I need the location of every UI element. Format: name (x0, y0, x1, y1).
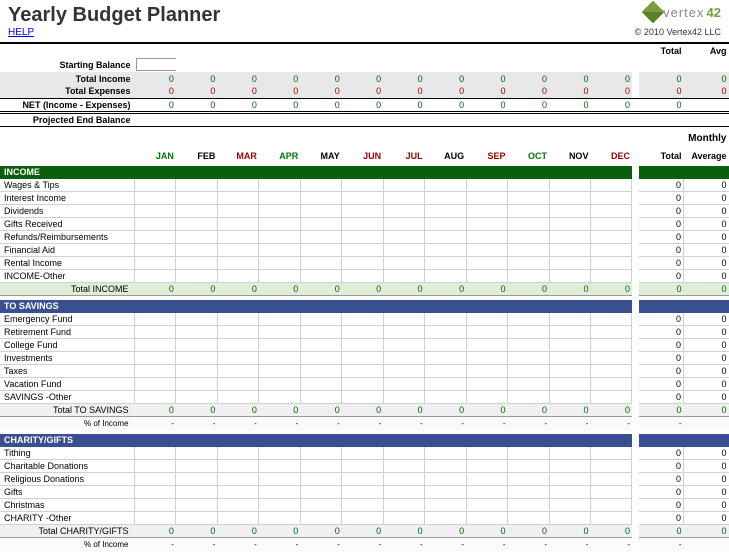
row-label[interactable]: CHARITY -Other (0, 512, 134, 525)
month-may: MAY (300, 145, 341, 162)
row-label[interactable]: Charitable Donations (0, 460, 134, 473)
section-income: INCOME (0, 166, 632, 179)
total-expenses-label: Total Expenses (0, 85, 134, 98)
starting-balance-input[interactable] (136, 58, 175, 71)
copyright-text: © 2010 Vertex42 LLC (635, 27, 721, 38)
month-feb: FEB (176, 145, 217, 162)
month-jul: JUL (383, 145, 424, 162)
row-label[interactable]: Vacation Fund (0, 378, 134, 391)
monthly-header: Monthly (684, 126, 729, 145)
projected-label: Projected End Balance (0, 112, 134, 126)
month-aug: AUG (425, 145, 466, 162)
row-label[interactable]: Christmas (0, 499, 134, 512)
month-mar: MAR (217, 145, 258, 162)
vertex42-logo: vertex42 (645, 4, 721, 20)
net-label: NET (Income - Expenses) (0, 98, 134, 112)
total-income-label: Total Income (0, 72, 134, 85)
row-label[interactable]: INCOME-Other (0, 270, 134, 283)
month-jun: JUN (342, 145, 383, 162)
section-total-label: Total TO SAVINGS (0, 404, 134, 417)
starting-balance-label: Starting Balance (0, 57, 134, 72)
row-label[interactable]: Dividends (0, 205, 134, 218)
month-dec: DEC (590, 145, 632, 162)
month-oct: OCT (508, 145, 549, 162)
pct-of-income-label: % of Income (0, 538, 134, 551)
row-label[interactable]: Interest Income (0, 192, 134, 205)
row-label[interactable]: Wages & Tips (0, 179, 134, 192)
row-label[interactable]: Rental Income (0, 257, 134, 270)
month-sep: SEP (466, 145, 507, 162)
row-label[interactable]: Investments (0, 352, 134, 365)
row-label[interactable]: Emergency Fund (0, 313, 134, 326)
row-label[interactable]: SAVINGS -Other (0, 391, 134, 404)
summary-avg-header: Avg (684, 44, 729, 57)
logo-mark-icon (642, 1, 665, 24)
section-total-label: Total INCOME (0, 283, 134, 296)
page-title: Yearly Budget Planner (8, 4, 220, 27)
total-column-header: Total (639, 145, 684, 162)
row-label[interactable]: Gifts (0, 486, 134, 499)
section-charitygifts: CHARITY/GIFTS (0, 434, 632, 447)
row-label[interactable]: Retirement Fund (0, 326, 134, 339)
section-tosavings: TO SAVINGS (0, 300, 632, 313)
month-jan: JAN (134, 145, 175, 162)
month-nov: NOV (549, 145, 590, 162)
summary-total-header: Total (639, 44, 684, 57)
row-label[interactable]: College Fund (0, 339, 134, 352)
average-column-header: Average (684, 145, 729, 162)
pct-of-income-label: % of Income (0, 417, 134, 430)
row-label[interactable]: Taxes (0, 365, 134, 378)
help-link[interactable]: HELP (8, 27, 34, 38)
section-total-label: Total CHARITY/GIFTS (0, 525, 134, 538)
row-label[interactable]: Gifts Received (0, 218, 134, 231)
row-label[interactable]: Refunds/Reimbursements (0, 231, 134, 244)
row-label[interactable]: Religious Donations (0, 473, 134, 486)
budget-table: TotalAvgStarting BalanceTotal Income0000… (0, 44, 729, 555)
month-apr: APR (259, 145, 300, 162)
row-label[interactable]: Financial Aid (0, 244, 134, 257)
row-label[interactable]: Tithing (0, 447, 134, 460)
